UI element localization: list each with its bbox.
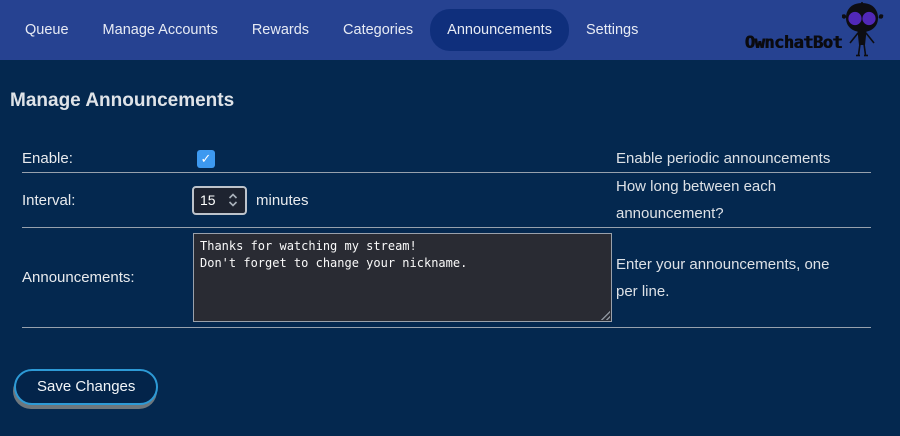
interval-row: Interval: minutes <box>22 173 871 228</box>
enable-row: Enable: ✓ Enable periodic announcements <box>22 145 871 173</box>
enable-checkbox[interactable]: ✓ <box>197 150 215 168</box>
interval-input[interactable] <box>194 192 227 208</box>
interval-label: Interval: <box>22 192 192 209</box>
save-changes-button[interactable]: Save Changes <box>14 369 158 405</box>
page-title: Manage Announcements <box>10 90 900 112</box>
chevron-down-icon <box>228 201 238 207</box>
announcements-textarea[interactable]: Thanks for watching my stream! Don't for… <box>193 233 612 322</box>
enable-help-text: Enable periodic announcements <box>616 145 844 172</box>
robot-icon <box>842 2 886 58</box>
nav-item-rewards[interactable]: Rewards <box>235 9 326 51</box>
enable-label: Enable: <box>22 150 192 167</box>
stepper-up-button[interactable] <box>228 193 238 199</box>
interval-stepper <box>192 186 247 215</box>
announcements-help-text: Enter your announcements, one per line. <box>616 251 844 305</box>
announcements-row: Announcements: Thanks for watching my st… <box>22 228 871 328</box>
stepper-buttons <box>228 193 238 207</box>
announcements-label: Announcements: <box>22 269 192 286</box>
nav-item-queue[interactable]: Queue <box>8 9 86 51</box>
top-nav: Queue Manage Accounts Rewards Categories… <box>0 0 900 60</box>
interval-help-text: How long between each announcement? <box>616 173 844 227</box>
nav-item-manage-accounts[interactable]: Manage Accounts <box>86 9 235 51</box>
checkmark-icon: ✓ <box>201 151 212 167</box>
nav-item-settings[interactable]: Settings <box>569 9 655 51</box>
logo-text: OwnchatBot <box>745 33 842 53</box>
nav-item-categories[interactable]: Categories <box>326 9 430 51</box>
nav-item-announcements[interactable]: Announcements <box>430 9 569 51</box>
chevron-up-icon <box>228 193 238 199</box>
ownchatbot-logo[interactable]: OwnchatBot <box>714 0 886 60</box>
interval-unit-label: minutes <box>256 192 309 209</box>
stepper-down-button[interactable] <box>228 201 238 207</box>
announcement-settings-table: Enable: ✓ Enable periodic announcements … <box>22 145 871 328</box>
